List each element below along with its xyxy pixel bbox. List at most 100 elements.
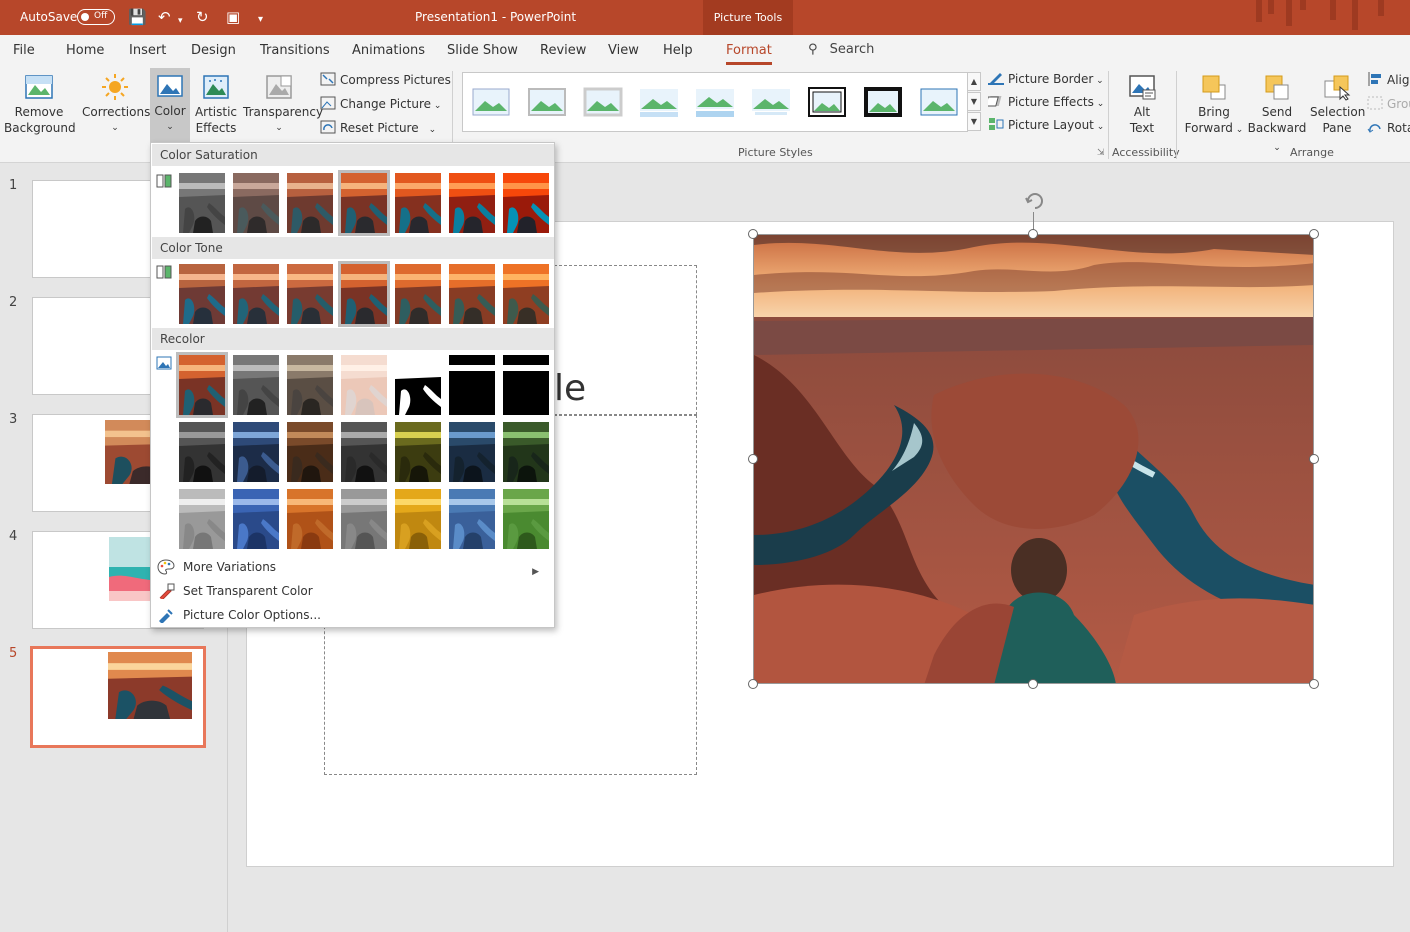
resize-handle-bottom-right[interactable] — [1309, 679, 1319, 689]
more-variations-item[interactable]: More Variations ▶ — [157, 557, 549, 577]
group-button[interactable]: Group — [1367, 94, 1410, 114]
artistic-effects-button[interactable]: Artistic Effects ⌄ — [192, 69, 240, 153]
undo-icon[interactable]: ↶ — [158, 8, 171, 26]
remove-bg-label-1: Remove — [14, 105, 64, 119]
picture-style-thumb[interactable] — [527, 85, 567, 119]
recolor-swatch[interactable] — [176, 352, 228, 418]
align-button[interactable]: Align — [1367, 70, 1410, 90]
saturation-swatch[interactable] — [233, 173, 279, 233]
redo-icon[interactable]: ↻ — [196, 8, 209, 26]
picture-style-thumb[interactable] — [695, 85, 735, 119]
recolor-swatch[interactable] — [395, 422, 441, 482]
selection-pane-button[interactable]: Selection Pane — [1310, 69, 1365, 143]
bring-forward-button[interactable]: Bring Forward ⌄ — [1184, 69, 1244, 143]
customize-qat-icon[interactable]: ▾ — [258, 11, 263, 29]
picture-style-thumb[interactable] — [471, 85, 511, 119]
picture-style-thumb[interactable] — [919, 85, 959, 119]
picture-effects-button[interactable]: Picture Effects ⌄ — [988, 92, 1104, 112]
tone-swatch[interactable] — [503, 264, 549, 324]
tab-transitions[interactable]: Transitions — [260, 43, 330, 58]
recolor-swatch[interactable] — [287, 489, 333, 549]
search-box[interactable]: ⚲ Search — [808, 42, 874, 57]
saturation-swatch[interactable] — [503, 173, 549, 233]
recolor-swatch[interactable] — [179, 489, 225, 549]
tab-format[interactable]: Format — [726, 43, 772, 65]
saturation-swatch[interactable] — [449, 173, 495, 233]
recolor-swatch[interactable] — [503, 355, 549, 415]
picture-style-thumb[interactable] — [807, 85, 847, 119]
resize-handle-bottom[interactable] — [1028, 679, 1038, 689]
picture-border-button[interactable]: Picture Border ⌄ — [988, 69, 1104, 89]
recolor-swatch[interactable] — [503, 489, 549, 549]
tab-animations[interactable]: Animations — [352, 43, 425, 58]
recolor-swatch[interactable] — [341, 489, 387, 549]
tone-swatch[interactable] — [395, 264, 441, 324]
tab-home[interactable]: Home — [66, 43, 104, 58]
corrections-button[interactable]: Corrections ⌄ — [82, 69, 150, 143]
tab-insert[interactable]: Insert — [129, 43, 166, 58]
recolor-swatch[interactable] — [341, 355, 387, 415]
tab-slide-show[interactable]: Slide Show — [447, 43, 518, 58]
resize-handle-top-left[interactable] — [748, 229, 758, 239]
gallery-scroll-up[interactable]: ▲ — [967, 72, 981, 91]
recolor-swatch[interactable] — [395, 355, 441, 415]
recolor-swatch[interactable] — [395, 489, 441, 549]
tone-swatch[interactable] — [449, 264, 495, 324]
undo-dropdown-icon[interactable]: ▾ — [178, 12, 183, 30]
resize-handle-top[interactable] — [1028, 229, 1038, 239]
rotate-handle[interactable] — [1024, 190, 1046, 212]
rotate-button[interactable]: Rotate — [1367, 118, 1410, 138]
dialog-launcher-icon[interactable]: ⇲ — [1097, 148, 1105, 158]
selected-picture[interactable] — [753, 234, 1314, 684]
tab-review[interactable]: Review — [540, 43, 586, 58]
resize-handle-bottom-left[interactable] — [748, 679, 758, 689]
recolor-swatch[interactable] — [341, 422, 387, 482]
recolor-swatch[interactable] — [287, 355, 333, 415]
reset-picture-button[interactable]: Reset Picture ⌄ — [320, 118, 436, 138]
recolor-swatch[interactable] — [233, 489, 279, 549]
tone-swatch[interactable] — [233, 264, 279, 324]
resize-handle-right[interactable] — [1309, 454, 1319, 464]
color-button[interactable]: Color ⌄ — [150, 68, 190, 143]
recolor-swatch[interactable] — [503, 422, 549, 482]
resize-handle-left[interactable] — [748, 454, 758, 464]
tone-swatch[interactable] — [179, 264, 225, 324]
set-transparent-color-item[interactable]: Set Transparent Color — [157, 581, 313, 601]
recolor-swatch[interactable] — [449, 355, 495, 415]
transparency-button[interactable]: Transparency ⌄ — [243, 69, 323, 143]
save-icon[interactable]: 💾 — [128, 8, 147, 26]
autosave-toggle[interactable]: Off — [77, 9, 115, 25]
recolor-swatch[interactable] — [449, 489, 495, 549]
saturation-swatch[interactable] — [395, 173, 441, 233]
change-picture-button[interactable]: Change Picture ⌄ — [320, 94, 441, 114]
picture-layout-button[interactable]: Picture Layout ⌄ — [988, 115, 1104, 135]
picture-color-options-item[interactable]: Picture Color Options... — [157, 605, 321, 625]
gallery-more[interactable]: ▼ — [967, 112, 981, 131]
tab-file[interactable]: File — [13, 43, 35, 58]
send-backward-button[interactable]: Send Backward ⌄ — [1245, 69, 1309, 153]
tone-swatch[interactable] — [287, 264, 333, 324]
tone-swatch[interactable] — [338, 261, 390, 327]
alt-text-button[interactable]: Alt Text — [1118, 69, 1166, 143]
picture-style-thumb[interactable] — [583, 85, 623, 119]
recolor-swatch[interactable] — [233, 355, 279, 415]
compress-pictures-button[interactable]: Compress Pictures — [320, 70, 451, 90]
resize-handle-top-right[interactable] — [1309, 229, 1319, 239]
picture-style-thumb[interactable] — [751, 85, 791, 119]
tab-view[interactable]: View — [608, 43, 639, 58]
saturation-swatch[interactable] — [338, 170, 390, 236]
tab-help[interactable]: Help — [663, 43, 693, 58]
recolor-swatch[interactable] — [233, 422, 279, 482]
present-icon[interactable]: ▣ — [226, 8, 240, 26]
saturation-swatch[interactable] — [179, 173, 225, 233]
saturation-swatch[interactable] — [287, 173, 333, 233]
recolor-swatch[interactable] — [287, 422, 333, 482]
tab-design[interactable]: Design — [191, 43, 236, 58]
gallery-scroll-down[interactable]: ▼ — [967, 92, 981, 111]
recolor-swatch[interactable] — [179, 422, 225, 482]
recolor-swatch[interactable] — [449, 422, 495, 482]
picture-style-thumb[interactable] — [639, 85, 679, 119]
slide-thumbnail-5[interactable] — [30, 646, 206, 748]
picture-style-thumb[interactable] — [863, 85, 903, 119]
remove-background-button[interactable]: Remove Background — [4, 69, 76, 143]
